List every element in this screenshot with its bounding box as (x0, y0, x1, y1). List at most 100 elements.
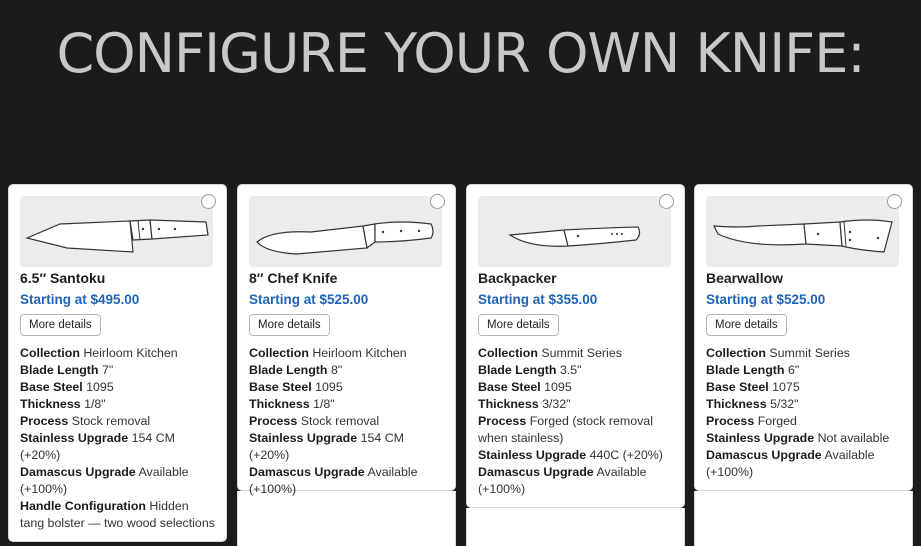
spec-label: Thickness (249, 397, 310, 411)
spec-value: Heirloom Kitchen (83, 346, 178, 360)
spec-row: Damascus Upgrade Available (+100%) (249, 464, 444, 498)
spec-label: Blade Length (706, 363, 785, 377)
knife-name: 6.5″ Santoku (20, 270, 106, 286)
spec-value: 3/32" (542, 397, 571, 411)
spec-row: Process Forged (706, 413, 901, 430)
spec-value: 7" (101, 363, 114, 377)
spec-row: Stainless Upgrade Not available (706, 430, 901, 447)
spec-value: Not available (817, 431, 890, 445)
knife-card-santoku[interactable]: 6.5″ Santoku Starting at $495.00 More de… (8, 184, 227, 542)
price: Starting at $525.00 (706, 292, 826, 307)
backpacker-knife-icon (478, 196, 671, 267)
spec-row: Thickness 1/8" (20, 396, 215, 413)
spec-value: 440C (+20%) (589, 448, 663, 462)
spec-value: 8" (330, 363, 343, 377)
spec-value: 1/8" (313, 397, 335, 411)
select-radio[interactable] (201, 194, 216, 209)
spec-row: Base Steel 1095 (249, 379, 444, 396)
spec-value: 1075 (772, 380, 800, 394)
chef-knife-icon (249, 196, 442, 267)
spec-label: Process (706, 414, 755, 428)
spec-value: Stock removal (300, 414, 380, 428)
more-details-button[interactable]: More details (706, 314, 787, 336)
spec-value: 1/8" (84, 397, 106, 411)
spec-list: Collection Heirloom Kitchen Blade Length … (20, 345, 215, 532)
knife-card-chef[interactable]: 8″ Chef Knife Starting at $525.00 More d… (237, 184, 456, 496)
spec-label: Thickness (20, 397, 81, 411)
spec-label: Base Steel (20, 380, 83, 394)
spec-label: Collection (706, 346, 766, 360)
spec-row: Thickness 3/32" (478, 396, 673, 413)
spec-label: Blade Length (20, 363, 99, 377)
spec-row: Thickness 5/32" (706, 396, 901, 413)
spec-row: Base Steel 1095 (20, 379, 215, 396)
select-radio[interactable] (659, 194, 674, 209)
spec-row: Process Forged (stock removal when stain… (478, 413, 673, 447)
spec-value: 1095 (544, 380, 572, 394)
more-details-button[interactable]: More details (249, 314, 330, 336)
spec-row: Collection Heirloom Kitchen (249, 345, 444, 362)
spec-label: Damascus Upgrade (20, 465, 136, 479)
page-title: CONFIGURE YOUR OWN KNIFE: (56, 22, 865, 85)
spec-row: Collection Heirloom Kitchen (20, 345, 215, 362)
spec-row: Base Steel 1095 (478, 379, 673, 396)
spec-value: Summit Series (769, 346, 850, 360)
spec-row: Damascus Upgrade Available (+100%) (478, 464, 673, 498)
spec-label: Stainless Upgrade (20, 431, 129, 445)
spec-label: Base Steel (249, 380, 312, 394)
spec-row: Thickness 1/8" (249, 396, 444, 413)
spec-row: Stainless Upgrade 154 CM (+20%) (249, 430, 444, 464)
card-backdrop (237, 491, 456, 546)
spec-row: Process Stock removal (249, 413, 444, 430)
spec-value: 1095 (315, 380, 343, 394)
spec-value: Summit Series (541, 346, 622, 360)
card-backdrop (694, 491, 913, 546)
spec-value: Stock removal (71, 414, 151, 428)
price: Starting at $495.00 (20, 292, 140, 307)
spec-label: Process (249, 414, 298, 428)
more-details-button[interactable]: More details (20, 314, 101, 336)
spec-list: Collection Summit Series Blade Length 3.5… (478, 345, 673, 498)
spec-label: Damascus Upgrade (478, 465, 594, 479)
select-radio[interactable] (887, 194, 902, 209)
spec-label: Stainless Upgrade (249, 431, 358, 445)
card-backdrop (466, 508, 685, 546)
bearwallow-knife-icon (706, 196, 899, 267)
spec-row: Stainless Upgrade 154 CM (+20%) (20, 430, 215, 464)
spec-row: Damascus Upgrade Available (+100%) (706, 447, 901, 481)
spec-row: Damascus Upgrade Available (+100%) (20, 464, 215, 498)
spec-row: Process Stock removal (20, 413, 215, 430)
spec-row: Blade Length 3.5" (478, 362, 673, 379)
knife-card-bearwallow[interactable]: Bearwallow Starting at $525.00 More deta… (694, 184, 913, 491)
spec-label: Base Steel (706, 380, 769, 394)
spec-label: Process (478, 414, 527, 428)
spec-list: Collection Heirloom Kitchen Blade Length … (249, 345, 444, 498)
knife-name: 8″ Chef Knife (249, 270, 338, 286)
spec-label: Thickness (478, 397, 539, 411)
spec-label: Thickness (706, 397, 767, 411)
spec-label: Blade Length (249, 363, 328, 377)
spec-value: 6" (787, 363, 800, 377)
more-details-button[interactable]: More details (478, 314, 559, 336)
knife-card-backpacker[interactable]: Backpacker Starting at $355.00 More deta… (466, 184, 685, 508)
spec-label: Damascus Upgrade (249, 465, 365, 479)
knife-name: Backpacker (478, 270, 557, 286)
spec-label: Handle Configuration (20, 499, 146, 513)
price: Starting at $355.00 (478, 292, 598, 307)
spec-label: Stainless Upgrade (478, 448, 587, 462)
spec-value: Forged (757, 414, 797, 428)
spec-label: Damascus Upgrade (706, 448, 822, 462)
spec-value: 3.5" (559, 363, 582, 377)
spec-label: Stainless Upgrade (706, 431, 815, 445)
spec-row: Handle Configuration Hidden tang bolster… (20, 498, 215, 532)
spec-row: Collection Summit Series (478, 345, 673, 362)
select-radio[interactable] (430, 194, 445, 209)
spec-label: Process (20, 414, 69, 428)
spec-label: Collection (20, 346, 80, 360)
price: Starting at $525.00 (249, 292, 369, 307)
knife-name: Bearwallow (706, 270, 784, 286)
spec-row: Blade Length 6" (706, 362, 901, 379)
spec-label: Collection (478, 346, 538, 360)
spec-label: Collection (249, 346, 309, 360)
spec-label: Blade Length (478, 363, 557, 377)
